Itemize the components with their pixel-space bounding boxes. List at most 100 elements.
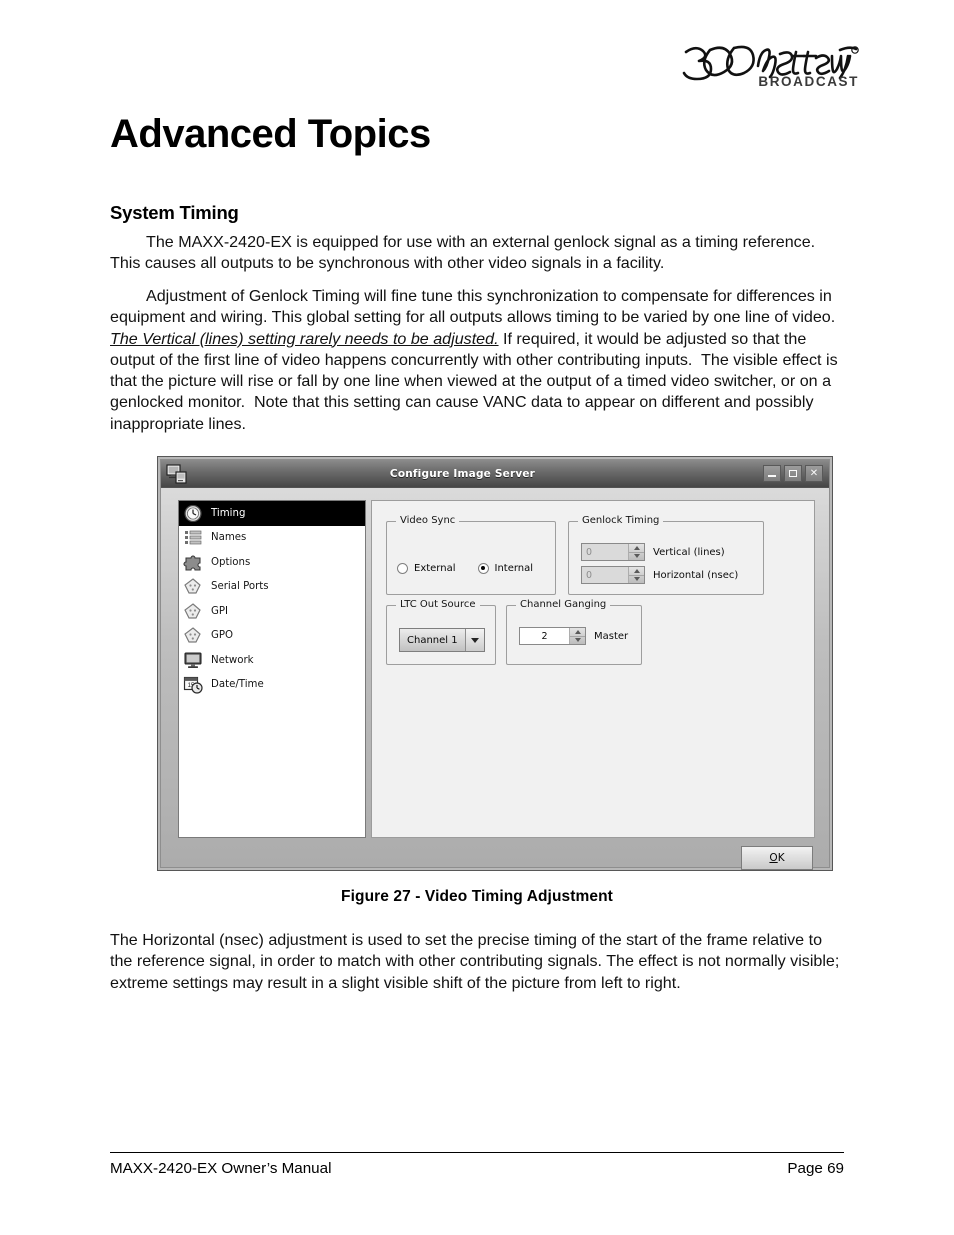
sidebar-item-network[interactable]: Network	[179, 648, 365, 673]
vertical-lines-input[interactable]: 0	[582, 544, 629, 560]
connector-icon	[184, 578, 201, 594]
connector-icon	[184, 602, 201, 619]
paragraph-1: The MAXX-2420-EX is equipped for use wit…	[110, 233, 816, 273]
minimize-button[interactable]	[763, 465, 781, 482]
chevron-up-icon	[574, 629, 581, 634]
group-channel-ganging: Channel Ganging 2 Master	[506, 599, 642, 665]
monitor-icon	[184, 652, 202, 668]
vertical-lines-stepper[interactable]: 0	[581, 543, 645, 561]
horizontal-nsec-spin-buttons[interactable]	[629, 567, 644, 583]
sidebar-item-label: GPO	[211, 630, 234, 642]
brand-logo: BROADCAST	[680, 36, 862, 92]
footer-page-number: Page 69	[787, 1160, 844, 1177]
ltc-out-source-dropdown-button[interactable]	[465, 629, 484, 651]
group-genlock-timing-title: Genlock Timing	[578, 515, 664, 526]
page-title: Advanced Topics	[110, 112, 431, 156]
radio-external-indicator[interactable]	[397, 563, 408, 574]
channel-ganging-stepper[interactable]: 2	[519, 627, 586, 645]
manual-page: BROADCAST Advanced Topics System Timing …	[0, 0, 954, 1235]
horizontal-nsec-decrement-button[interactable]	[629, 576, 644, 584]
maximize-button[interactable]	[784, 465, 802, 482]
sidebar-item-label: Timing	[211, 507, 246, 519]
dialog-titlebar[interactable]: Configure Image Server ✕	[161, 460, 829, 488]
sidebar-item-label: Network	[211, 654, 254, 666]
list-icon	[185, 530, 202, 545]
360-systems-broadcast-logo-icon: BROADCAST	[682, 45, 859, 89]
logo-broadcast-text: BROADCAST	[758, 74, 859, 89]
sidebar-item-gpi[interactable]: GPI	[179, 599, 365, 624]
radio-internal-indicator[interactable]	[477, 563, 489, 574]
radio-external[interactable]: External	[397, 563, 456, 574]
group-video-sync: Video Sync External Internal	[386, 515, 556, 595]
paragraph-3-block: The Horizontal (nsec) adjustment is used…	[110, 930, 842, 1002]
vertical-lines-increment-button[interactable]	[629, 544, 644, 553]
window-buttons: ✕	[763, 465, 823, 482]
dialog-title: Configure Image Server	[389, 467, 536, 480]
horizontal-nsec-row: 0 Horizontal (nsec)	[581, 566, 738, 584]
vertical-lines-label: Vertical (lines)	[653, 546, 725, 558]
footer-divider	[110, 1152, 844, 1153]
ok-button-rest: K	[777, 852, 785, 864]
paragraph-2-emphasis: The Vertical (lines) setting rarely need…	[110, 329, 499, 348]
channel-ganging-spin-buttons[interactable]	[570, 628, 585, 644]
ok-button[interactable]: OK	[741, 846, 813, 870]
figure-configure-image-server-screenshot: Configure Image Server ✕ Timing Names Op…	[157, 456, 833, 871]
chevron-up-icon	[633, 545, 640, 550]
radio-external-label: External	[414, 563, 456, 574]
settings-content-pane: Video Sync External Internal Genlock Tim…	[371, 500, 815, 838]
section-heading: System Timing	[110, 202, 239, 223]
connector-icon	[184, 627, 201, 643]
sidebar-item-label: GPI	[211, 605, 229, 617]
vertical-lines-spin-buttons[interactable]	[629, 544, 644, 560]
group-genlock-timing: Genlock Timing 0 Vertical (lines) 0 Hori…	[568, 515, 764, 595]
radio-internal-label: Internal	[494, 563, 534, 574]
vertical-lines-decrement-button[interactable]	[629, 553, 644, 561]
sidebar-item-names[interactable]: Names	[179, 526, 365, 551]
dialog-body: Timing Names Options Serial Ports GPI GP…	[161, 488, 829, 870]
sidebar-item-date-time[interactable]: 15 Date/Time	[179, 673, 365, 698]
dialog-window: Configure Image Server ✕ Timing Names Op…	[160, 459, 830, 870]
sidebar-item-gpo[interactable]: GPO	[179, 624, 365, 649]
horizontal-nsec-label: Horizontal (nsec)	[653, 569, 739, 581]
ltc-out-source-dropdown[interactable]: Channel 1	[399, 628, 485, 652]
sidebar-item-label: Names	[211, 532, 247, 544]
channel-ganging-row: 2 Master	[519, 627, 628, 645]
horizontal-nsec-increment-button[interactable]	[629, 567, 644, 576]
chevron-down-icon	[471, 637, 479, 643]
radio-internal[interactable]: Internal	[477, 563, 534, 574]
paragraph-2: Adjustment of Genlock Timing will fine t…	[110, 286, 842, 435]
paragraph-2-part-a: Adjustment of Genlock Timing will fine t…	[110, 287, 840, 327]
sidebar-item-label: Date/Time	[211, 679, 264, 691]
channel-ganging-decrement-button[interactable]	[570, 637, 585, 645]
sidebar-item-label: Serial Ports	[211, 581, 269, 593]
sidebar-item-label: Options	[211, 556, 251, 568]
chevron-down-icon	[574, 638, 581, 643]
puzzle-piece-icon	[183, 555, 201, 571]
minimize-icon	[768, 475, 776, 477]
close-icon: ✕	[809, 467, 819, 479]
calendar-clock-icon: 15	[183, 677, 203, 694]
group-ltc-out-source-title: LTC Out Source	[396, 599, 480, 610]
paragraph-3: The Horizontal (nsec) adjustment is used…	[110, 931, 840, 992]
group-ltc-out-source: LTC Out Source Channel 1	[386, 599, 496, 665]
channel-ganging-label: Master	[594, 630, 629, 642]
paragraph-1-block: The MAXX-2420-EX is equipped for use wit…	[110, 232, 842, 283]
chevron-up-icon	[633, 568, 640, 573]
sidebar-item-serial-ports[interactable]: Serial Ports	[179, 575, 365, 600]
channel-ganging-input[interactable]: 2	[520, 628, 570, 644]
horizontal-nsec-stepper[interactable]: 0	[581, 566, 645, 584]
sidebar-item-options[interactable]: Options	[179, 550, 365, 575]
group-video-sync-title: Video Sync	[396, 515, 460, 526]
ltc-out-source-value: Channel 1	[407, 634, 458, 646]
horizontal-nsec-input[interactable]: 0	[582, 567, 629, 583]
group-channel-ganging-title: Channel Ganging	[516, 599, 611, 610]
settings-category-list[interactable]: Timing Names Options Serial Ports GPI GP…	[178, 500, 366, 838]
close-button[interactable]: ✕	[805, 465, 823, 482]
chevron-down-icon	[633, 577, 640, 582]
video-sync-radio-group[interactable]: External Internal	[397, 563, 533, 574]
clock-icon	[184, 504, 202, 522]
channel-ganging-increment-button[interactable]	[570, 628, 585, 637]
footer-manual-title: MAXX-2420-EX Owner’s Manual	[110, 1160, 332, 1177]
sidebar-item-timing[interactable]: Timing	[179, 501, 365, 526]
figure-caption: Figure 27 - Video Timing Adjustment	[341, 888, 613, 905]
